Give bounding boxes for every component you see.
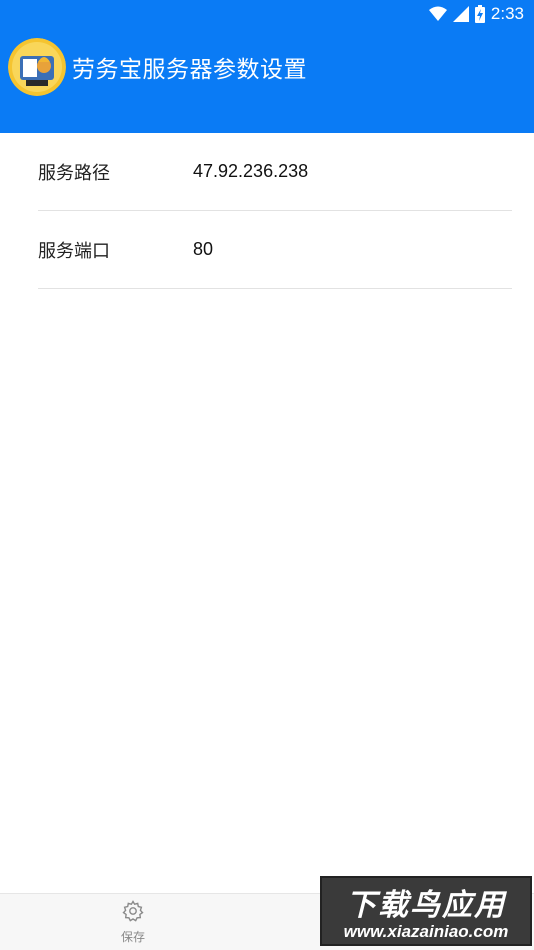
setting-row-server-port[interactable]: 服务端口 80 [38,211,512,289]
watermark-logo: 下载鸟应用 www.xiazainiao.com [320,876,532,946]
save-label: 保存 [120,930,145,944]
cell-signal-icon [452,6,469,22]
app-bar: 劳务宝服务器参数设置 [0,28,534,133]
save-button[interactable]: 保存 [100,894,166,950]
wifi-icon [428,6,447,22]
status-time: 2:33 [490,4,524,23]
watermark-title: 下载鸟应用 [346,888,506,923]
watermark-url: www.xiazainiao.com [343,922,509,941]
battery-charging-icon [474,5,485,23]
page-title: 劳务宝服务器参数设置 [72,57,307,83]
server-path-value[interactable]: 47.92.236.238 [193,161,308,182]
gear-icon [122,900,144,926]
setting-row-server-path[interactable]: 服务路径 47.92.236.238 [38,133,512,211]
app-logo-icon [8,38,66,96]
setting-label: 服务端口 [38,240,110,262]
status-bar: 2:33 [0,0,534,28]
screen: 2:33 劳务宝服务器参数设置 服务路径 47.92.236.238 服务端口 … [0,0,534,950]
setting-label: 服务路径 [38,162,110,184]
server-port-value[interactable]: 80 [193,239,213,260]
settings-list: 服务路径 47.92.236.238 服务端口 80 [0,133,534,289]
